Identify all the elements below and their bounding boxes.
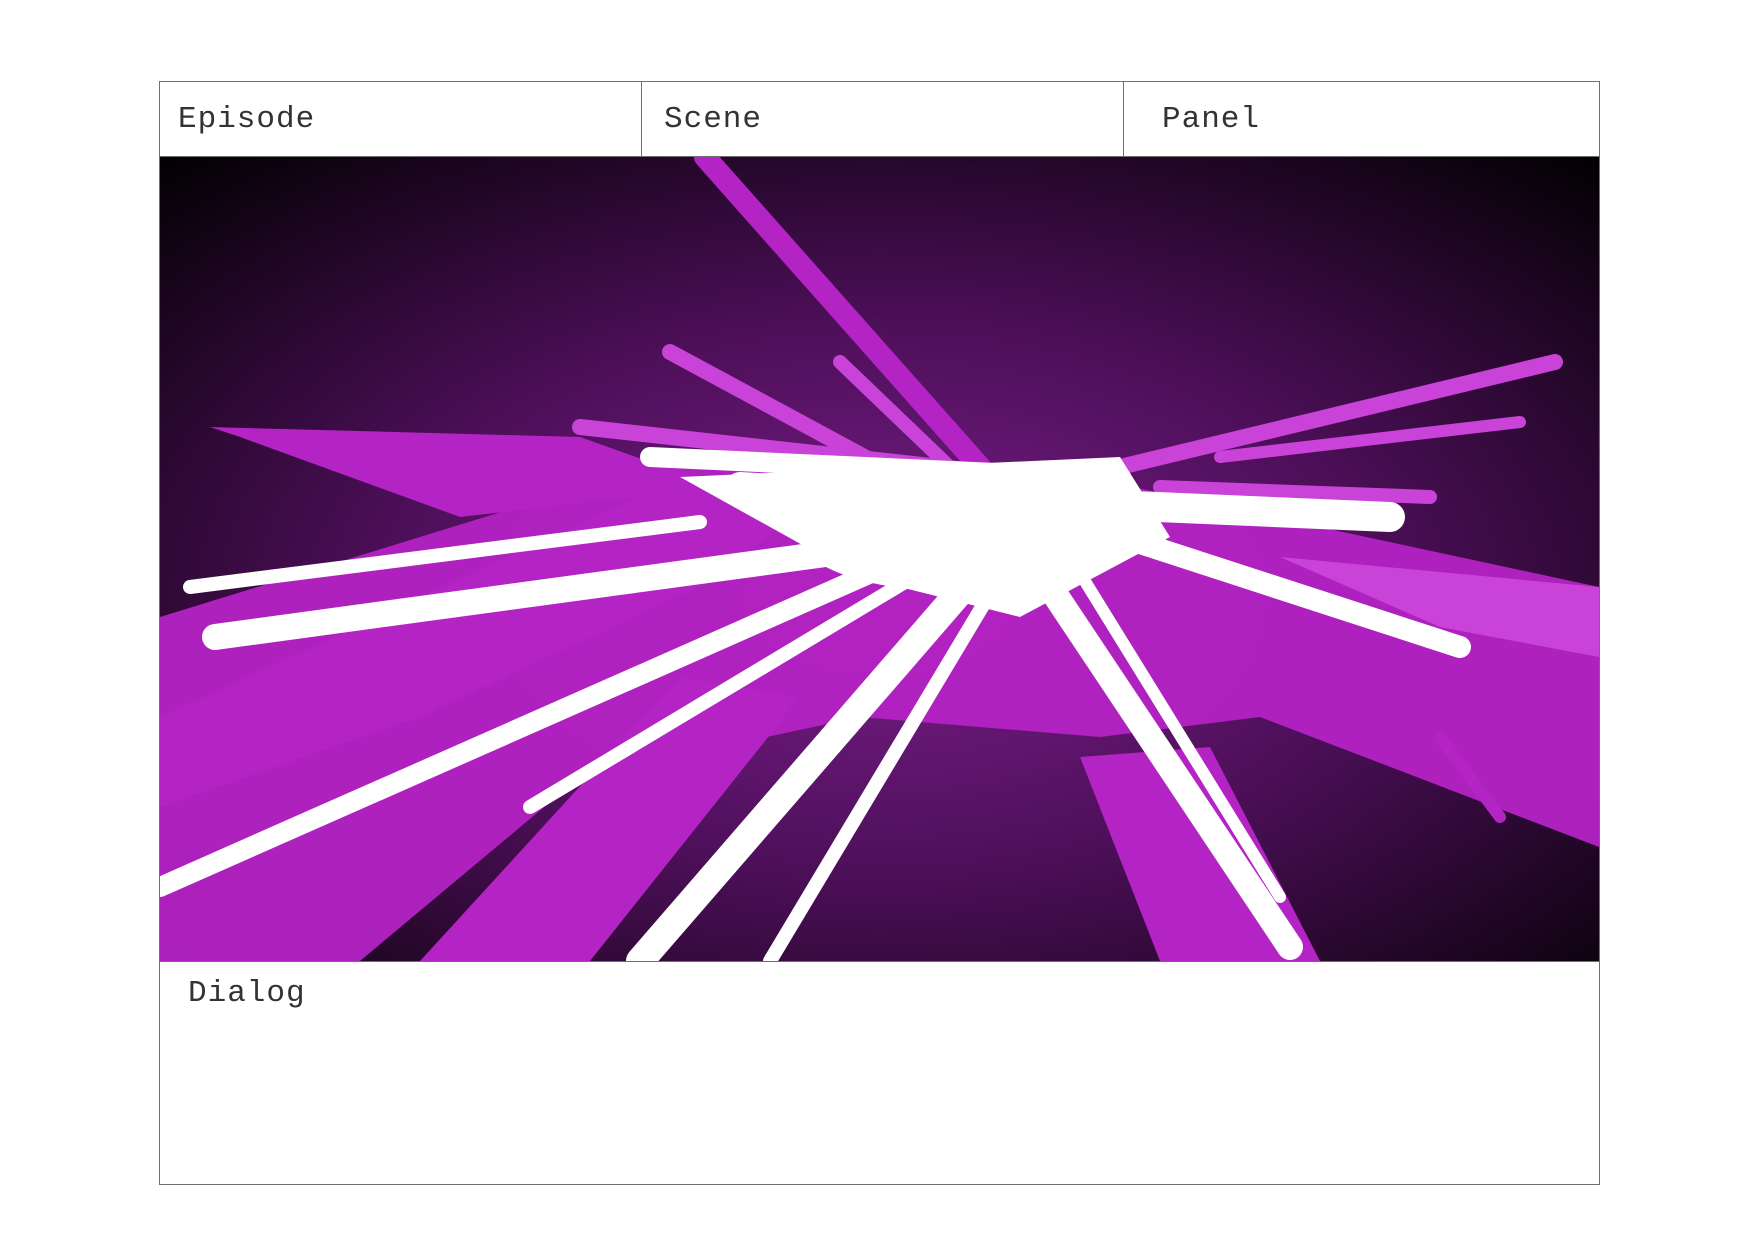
dialog-label: Dialog [188,976,306,1011]
energy-burst-artwork [160,157,1599,961]
scene-field[interactable]: Scene [642,82,1124,156]
episode-label: Episode [178,102,316,137]
scene-label: Scene [664,102,763,137]
storyboard-sheet: Episode Scene Panel Dialog [159,81,1600,1185]
storyboard-header: Episode Scene Panel [160,82,1599,156]
panel-label: Panel [1162,102,1261,137]
dialog-box[interactable]: Dialog [160,962,1599,1184]
panel-field[interactable]: Panel [1124,82,1599,156]
episode-field[interactable]: Episode [160,82,642,156]
panel-artwork-frame [160,156,1599,962]
